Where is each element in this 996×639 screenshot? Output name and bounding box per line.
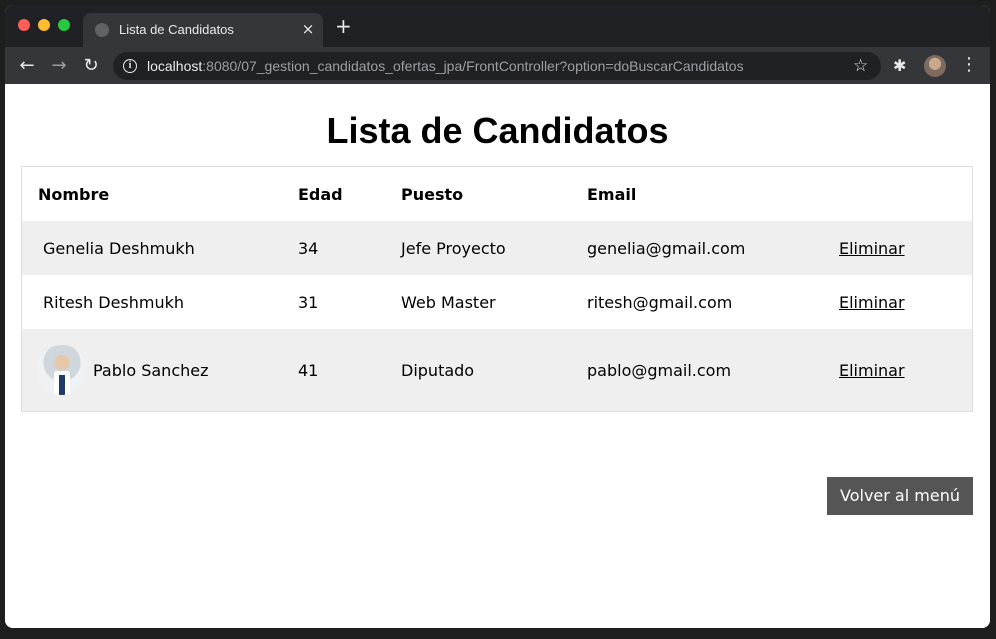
maximize-window-button[interactable] (58, 19, 70, 31)
delete-link[interactable]: Eliminar (839, 293, 905, 312)
url-text[interactable]: localhost:8080/07_gestion_candidatos_ofe… (147, 58, 744, 74)
cell-email: ritesh@gmail.com (587, 292, 733, 312)
cell-puesto: Jefe Proyecto (401, 221, 587, 275)
browser-menu-icon[interactable]: ⋮ (960, 55, 978, 75)
globe-icon (95, 23, 109, 37)
browser-window: Lista de Candidatos × + ← → ↻ i localhos… (5, 5, 990, 628)
page-title: Lista de Candidatos (326, 110, 669, 151)
cell-puesto: Web Master (401, 292, 496, 312)
table-row: Genelia Deshmukh 34 Jefe Proyecto geneli… (22, 221, 972, 275)
table-row: Pablo Sanchez 41 Diputado pablo@gmail.co… (22, 329, 972, 411)
cell-edad: 34 (298, 221, 401, 275)
header-nombre: Nombre (38, 184, 110, 204)
candidates-table: Nombre Edad Puesto Email Genelia Deshmuk… (21, 166, 973, 412)
title-bar: Lista de Candidatos × + (5, 5, 990, 47)
header-puesto: Puesto (401, 184, 464, 204)
candidate-name: Pablo Sanchez (93, 360, 209, 380)
cell-puesto: Diputado (401, 329, 587, 411)
delete-link[interactable]: Eliminar (839, 239, 905, 258)
cell-actions: Eliminar (839, 329, 972, 411)
candidate-photo (37, 345, 87, 395)
delete-link[interactable]: Eliminar (839, 361, 905, 380)
reload-icon[interactable]: ↻ (81, 56, 101, 76)
header-actions (839, 167, 972, 221)
cell-email: pablo@gmail.com (587, 329, 839, 411)
close-window-button[interactable] (18, 19, 30, 31)
table-header-row: Nombre Edad Puesto Email (22, 167, 972, 221)
minimize-window-button[interactable] (38, 19, 50, 31)
url-path: :8080/07_gestion_candidatos_ofertas_jpa/… (202, 58, 744, 74)
profile-avatar[interactable] (924, 55, 946, 77)
tab-close-icon[interactable]: × (299, 20, 317, 38)
cell-nombre: Genelia Deshmukh (22, 221, 298, 275)
header-edad: Edad (298, 184, 343, 204)
cell-nombre: Pablo Sanchez (22, 329, 298, 411)
cell-edad: 41 (298, 329, 401, 411)
new-tab-icon[interactable]: + (335, 16, 352, 36)
url-host: localhost (147, 58, 203, 74)
header-email: Email (587, 184, 637, 204)
browser-toolbar: ← → ↻ i localhost:8080/07_gestion_candid… (5, 47, 990, 84)
address-bar[interactable]: i localhost:8080/07_gestion_candidatos_o… (113, 52, 881, 80)
tab-title: Lista de Candidatos (119, 22, 234, 37)
cell-edad: 31 (298, 292, 319, 312)
back-to-menu-button[interactable]: Volver al menú (827, 477, 973, 515)
table-row: Ritesh Deshmukh 31 Web Master ritesh@gma… (22, 275, 972, 329)
cell-actions: Eliminar (839, 275, 972, 329)
cell-actions: Eliminar (839, 221, 972, 275)
browser-tab[interactable]: Lista de Candidatos × (83, 13, 323, 47)
extensions-puzzle-icon[interactable]: ✱ (893, 56, 906, 76)
page-content: Lista de Candidatos Nombre Edad Puesto E… (5, 84, 990, 628)
forward-arrow-icon[interactable]: → (49, 56, 69, 76)
back-arrow-icon[interactable]: ← (17, 56, 37, 76)
cell-email: genelia@gmail.com (587, 221, 839, 275)
info-icon[interactable]: i (123, 59, 137, 73)
cell-nombre: Ritesh Deshmukh (43, 292, 185, 312)
bookmark-star-icon[interactable]: ☆ (853, 55, 868, 77)
